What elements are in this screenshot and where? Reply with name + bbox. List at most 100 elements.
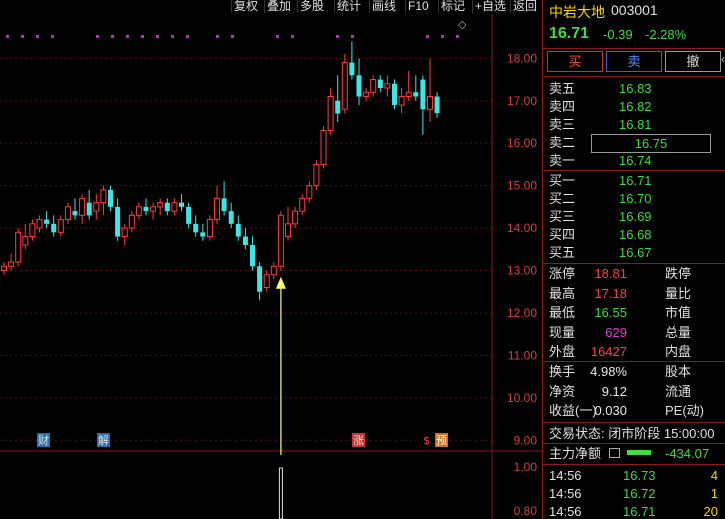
ask-label: 卖二 xyxy=(549,135,576,150)
stat-value: 629 xyxy=(605,324,627,340)
ask-label: 卖三 xyxy=(549,117,576,132)
candle-body xyxy=(193,223,199,233)
toolbar-mark-button[interactable]: 标记 xyxy=(438,0,467,13)
stat-label-right: 总量 xyxy=(665,324,692,340)
candle-body xyxy=(327,96,334,131)
y-tick-label: 17.00 xyxy=(507,94,537,108)
stat-label-right: 量比 xyxy=(665,285,692,301)
indicator-dot xyxy=(291,35,294,38)
ask-row[interactable]: 卖三 16.81 xyxy=(543,116,725,133)
stat-label: 最低 xyxy=(549,305,576,320)
toolbar-back-button[interactable]: 返回 xyxy=(510,0,539,13)
toolbar-add-watchlist-button[interactable]: +自选 xyxy=(472,0,508,13)
indicator-dot xyxy=(276,35,279,38)
candle-body xyxy=(1,265,7,272)
stat-value: 16.55 xyxy=(594,305,627,320)
ask-price: 16.74 xyxy=(619,153,652,168)
stat-row: 涨停 18.81 跌停 xyxy=(543,264,725,283)
volume-bar xyxy=(278,467,283,519)
diamond-icon: ◇ xyxy=(458,18,467,31)
stat-value: 17.18 xyxy=(594,285,627,301)
main-net-flow-row: 主力净额 -434.07 xyxy=(543,444,725,463)
candle-body xyxy=(263,274,270,288)
indicator-dot xyxy=(111,35,114,38)
tick-volume: 1 xyxy=(710,486,718,501)
bid-row[interactable]: 买五 16.67 xyxy=(543,244,725,261)
chart-toolbar: 复权 叠加 多股 统计 画线 F10 +自选 标记 返回 xyxy=(0,0,542,14)
stat-row: 最低 16.55 市值 xyxy=(543,303,725,322)
candle-body xyxy=(313,163,320,187)
indicator-dot xyxy=(441,35,444,38)
indicator-dot xyxy=(216,35,219,38)
divider xyxy=(543,170,725,171)
stat-value: 9.12 xyxy=(601,383,627,399)
indicator-dot xyxy=(351,35,354,38)
candle-body xyxy=(179,202,184,207)
candlestick-chart[interactable]: 18.00 17.00 16.00 15.00 14.00 13.00 12.00 11.00… xyxy=(0,0,542,519)
toolbar-f10-button[interactable]: F10 xyxy=(405,0,431,13)
candle-body xyxy=(15,231,22,263)
candle-body xyxy=(413,92,419,97)
event-marker: 涨 xyxy=(353,434,364,447)
buy-button[interactable]: 买 xyxy=(547,51,603,72)
candle-body xyxy=(200,232,206,237)
bid-row[interactable]: 买三 16.69 xyxy=(543,208,725,225)
y-tick-label: 15.00 xyxy=(507,179,537,193)
stat-label-right: PE(动) xyxy=(665,403,705,418)
candle-body xyxy=(186,206,192,224)
divider xyxy=(543,76,725,77)
stat-label: 外盘 xyxy=(549,344,576,359)
candle-body xyxy=(150,206,157,212)
y-tick-label: 16.00 xyxy=(507,136,537,150)
stat-label-right: 市值 xyxy=(665,305,692,320)
ask-row[interactable]: 卖二 16.75 xyxy=(543,134,725,153)
event-marker: 财 xyxy=(38,433,49,447)
stat-value: 4.98% xyxy=(590,364,627,379)
trading-status: 交易状态: 闭市阶段 15:00:00 xyxy=(549,426,715,441)
indicator-dot xyxy=(6,35,9,38)
ask-row[interactable]: 卖一 16.74 xyxy=(543,152,725,169)
candle-body xyxy=(398,96,405,106)
bid-row[interactable]: 买一 16.71 xyxy=(543,172,725,189)
candle-body xyxy=(285,223,291,238)
cancel-order-button[interactable]: 撤 xyxy=(665,51,721,72)
main-net-flow-value: -434.07 xyxy=(665,446,710,461)
price-row: 16.71 -0.39 -2.28% xyxy=(543,22,725,46)
bid-row[interactable]: 买四 16.68 xyxy=(543,226,725,243)
candle-body xyxy=(235,223,241,237)
ask-row[interactable]: 卖四 16.82 xyxy=(543,98,725,115)
candle-body xyxy=(22,236,29,246)
ask-price: 16.81 xyxy=(619,117,652,132)
candle-body xyxy=(221,198,227,212)
divider xyxy=(543,464,725,465)
indicator-dot xyxy=(231,35,234,38)
toolbar-restore-rights-button[interactable]: 复权 xyxy=(231,0,260,13)
bid-row[interactable]: 买二 16.70 xyxy=(543,190,725,207)
toolbar-multi-stock-button[interactable]: 多股 xyxy=(297,0,326,13)
toolbar-statistics-button[interactable]: 统计 xyxy=(334,0,363,13)
ask-row[interactable]: 卖五 16.83 xyxy=(543,80,725,97)
y-tick-label: 11.00 xyxy=(508,348,537,362)
candle-body xyxy=(427,96,433,110)
candle-body xyxy=(392,83,397,105)
candle-body xyxy=(121,227,128,238)
toolbar-draw-line-button[interactable]: 画线 xyxy=(369,0,398,13)
sell-button[interactable]: 卖 xyxy=(606,51,662,72)
toolbar-overlay-button[interactable]: 叠加 xyxy=(264,0,293,13)
stat-label-right: 跌停 xyxy=(665,266,692,281)
candle-body xyxy=(72,211,78,216)
candle-body xyxy=(228,211,234,224)
price-change: -0.39 xyxy=(603,27,633,42)
panel-expand-icon[interactable]: ‹ xyxy=(721,52,725,66)
y-tick-label: 10.00 xyxy=(507,391,537,405)
stat-label: 收益(一) xyxy=(549,403,597,418)
vol-tick-label: 0.80 xyxy=(514,504,538,518)
tick-row: 14:56 16.72 1 xyxy=(543,484,725,503)
indicator-dot xyxy=(36,35,39,38)
event-marker: 解 xyxy=(98,433,109,447)
candle-body xyxy=(51,223,57,233)
candle-body xyxy=(257,266,263,292)
candle-body xyxy=(420,79,426,110)
list-icon[interactable] xyxy=(609,448,620,458)
stat-label-right: 内盘 xyxy=(665,344,692,359)
